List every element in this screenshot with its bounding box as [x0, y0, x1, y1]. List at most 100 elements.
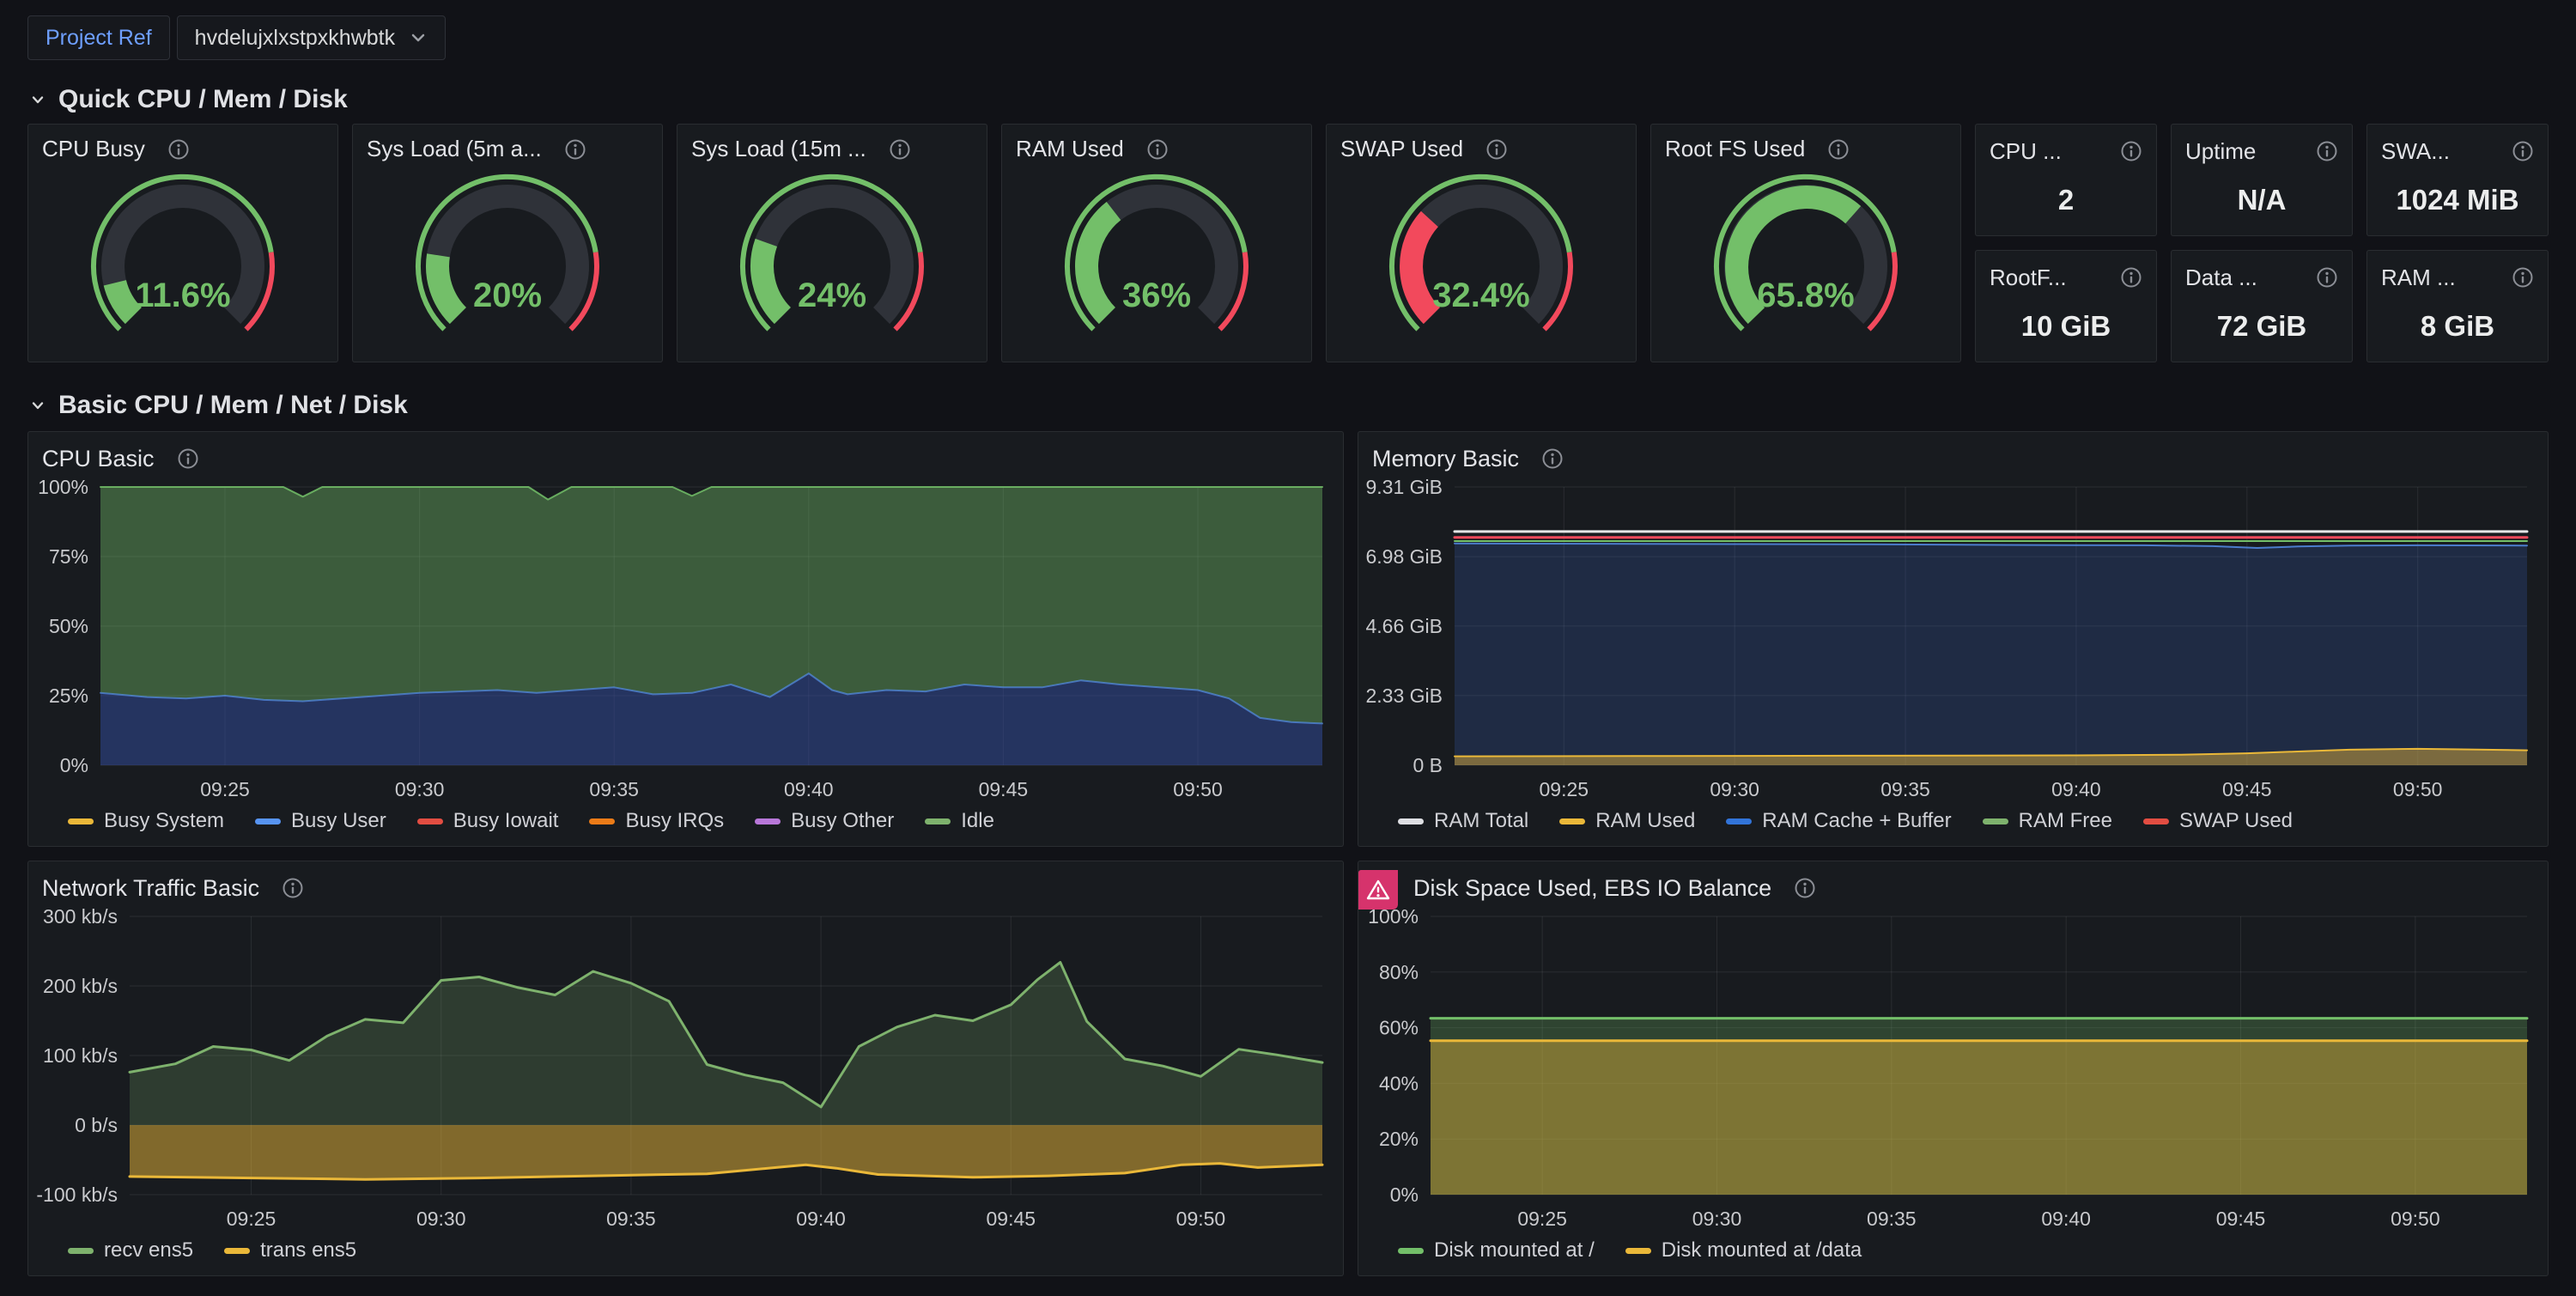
panel-title[interactable]: CPU Basic [42, 446, 155, 472]
legend-series-label: RAM Used [1595, 809, 1695, 833]
legend-item[interactable]: RAM Cache + Buffer [1726, 809, 1951, 833]
legend-series-label: RAM Free [2019, 809, 2112, 833]
panel-title[interactable]: SWAP Used [1340, 136, 1463, 162]
panel-title[interactable]: Sys Load (5m a... [367, 136, 542, 162]
info-icon[interactable] [167, 138, 190, 161]
legend-item[interactable]: recv ens5 [68, 1238, 193, 1263]
svg-text:25%: 25% [49, 685, 88, 707]
svg-text:09:45: 09:45 [986, 1208, 1036, 1230]
svg-text:24%: 24% [798, 277, 866, 314]
svg-text:09:25: 09:25 [1517, 1208, 1567, 1230]
legend-series-label: Busy Other [791, 809, 894, 833]
legend-series-label: Busy User [291, 809, 386, 833]
legend-item[interactable]: Busy IRQs [589, 809, 724, 833]
gauge: 36% [1002, 165, 1311, 362]
info-icon[interactable] [1146, 138, 1169, 161]
panel-title[interactable]: Network Traffic Basic [42, 875, 259, 902]
legend-item[interactable]: Busy User [255, 809, 386, 833]
legend-item[interactable]: trans ens5 [224, 1238, 356, 1263]
legend-item[interactable]: RAM Total [1398, 809, 1528, 833]
info-icon[interactable] [564, 138, 586, 161]
svg-text:09:30: 09:30 [1710, 778, 1759, 800]
legend-series-label: RAM Cache + Buffer [1762, 809, 1951, 833]
svg-text:09:30: 09:30 [416, 1208, 466, 1230]
legend-item[interactable]: Disk mounted at /data [1625, 1238, 1862, 1263]
panel-swap-used: SWAP Used 32.4% [1326, 124, 1637, 362]
collapse-chevron-icon [27, 395, 48, 416]
stat-value: N/A [2172, 169, 2352, 235]
panel-title[interactable]: RAM ... [2381, 265, 2456, 291]
panel-cpu-cores: CPU ... 2 [1975, 124, 2157, 236]
legend-item[interactable]: Busy Other [755, 809, 894, 833]
quick-panels-row: CPU Busy 11.6% Sys Load (5m a... 20% Sys… [27, 124, 2549, 362]
svg-text:09:30: 09:30 [395, 778, 445, 800]
panel-network-traffic-basic: Network Traffic Basic -100 kb/s0 b/s100 … [27, 861, 1344, 1276]
time-series-chart[interactable]: 0%20%40%60%80%100%09:2509:3009:3509:4009… [1358, 906, 2548, 1236]
info-icon[interactable] [889, 138, 911, 161]
panel-title[interactable]: Data ... [2185, 265, 2257, 291]
svg-text:09:25: 09:25 [200, 778, 250, 800]
legend-series-label: RAM Total [1434, 809, 1528, 833]
legend-item[interactable]: RAM Used [1559, 809, 1695, 833]
legend-item[interactable]: Busy Iowait [417, 809, 559, 833]
legend-series-marker [1398, 1248, 1424, 1254]
info-icon[interactable] [177, 447, 199, 470]
panel-memory-basic: Memory Basic 0 B2.33 GiB4.66 GiB6.98 GiB… [1358, 431, 2549, 847]
panel-title[interactable]: CPU ... [1990, 138, 2062, 165]
info-icon[interactable] [2120, 140, 2142, 162]
info-icon[interactable] [1794, 877, 1816, 899]
svg-text:09:40: 09:40 [784, 778, 834, 800]
panel-title[interactable]: Uptime [2185, 138, 2256, 165]
legend-series-marker [68, 1248, 94, 1254]
panel-title[interactable]: Memory Basic [1372, 446, 1519, 472]
info-icon[interactable] [1827, 138, 1850, 161]
legend-item[interactable]: Disk mounted at / [1398, 1238, 1595, 1263]
svg-text:20%: 20% [473, 277, 542, 314]
panel-title[interactable]: Sys Load (15m ... [691, 136, 866, 162]
section-quick-cpu-mem-disk[interactable]: Quick CPU / Mem / Disk [27, 76, 2549, 124]
legend-item[interactable]: SWAP Used [2143, 809, 2293, 833]
info-icon[interactable] [1485, 138, 1508, 161]
info-icon[interactable] [2512, 266, 2534, 289]
legend-series-marker [224, 1248, 250, 1254]
panel-title[interactable]: CPU Busy [42, 136, 145, 162]
svg-text:09:40: 09:40 [2041, 1208, 2091, 1230]
time-series-chart[interactable]: -100 kb/s0 b/s100 kb/s200 kb/s300 kb/s09… [28, 906, 1343, 1236]
svg-text:100%: 100% [38, 477, 88, 498]
svg-text:09:35: 09:35 [1867, 1208, 1917, 1230]
legend-series-label: recv ens5 [104, 1238, 193, 1263]
panel-title[interactable]: RootF... [1990, 265, 2067, 291]
gauge: 65.8% [1651, 165, 1960, 362]
info-icon[interactable] [1541, 447, 1564, 470]
info-icon[interactable] [2316, 140, 2338, 162]
legend-series-marker [925, 818, 951, 824]
svg-text:09:30: 09:30 [1692, 1208, 1742, 1230]
panel-title[interactable]: Root FS Used [1665, 136, 1805, 162]
svg-text:09:45: 09:45 [2222, 778, 2272, 800]
svg-text:09:25: 09:25 [1540, 778, 1589, 800]
panel-data-disk-total: Data ... 72 GiB [2171, 250, 2353, 362]
svg-text:20%: 20% [1379, 1128, 1419, 1150]
svg-text:09:45: 09:45 [2216, 1208, 2266, 1230]
legend-item[interactable]: RAM Free [1983, 809, 2112, 833]
svg-text:0 b/s: 0 b/s [75, 1114, 118, 1136]
alert-icon[interactable] [1358, 870, 1398, 910]
section-basic-cpu-mem-net-disk[interactable]: Basic CPU / Mem / Net / Disk [27, 381, 2549, 429]
panel-title[interactable]: Disk Space Used, EBS IO Balance [1413, 875, 1771, 902]
svg-text:200 kb/s: 200 kb/s [43, 975, 118, 997]
panel-title[interactable]: SWA... [2381, 138, 2450, 165]
info-icon[interactable] [282, 877, 304, 899]
legend-series-marker [417, 818, 443, 824]
variable-dropdown[interactable]: hvdelujxlxstpxkhwbtk [177, 15, 446, 60]
svg-text:0%: 0% [1390, 1183, 1419, 1206]
legend-series-marker [1398, 818, 1424, 824]
panel-title[interactable]: RAM Used [1016, 136, 1124, 162]
info-icon[interactable] [2512, 140, 2534, 162]
svg-text:09:50: 09:50 [1173, 778, 1223, 800]
legend-item[interactable]: Idle [925, 809, 994, 833]
info-icon[interactable] [2316, 266, 2338, 289]
info-icon[interactable] [2120, 266, 2142, 289]
legend-item[interactable]: Busy System [68, 809, 224, 833]
time-series-chart[interactable]: 0 B2.33 GiB4.66 GiB6.98 GiB9.31 GiB09:25… [1358, 477, 2548, 806]
time-series-chart[interactable]: 0%25%50%75%100%09:2509:3009:3509:4009:45… [28, 477, 1343, 806]
